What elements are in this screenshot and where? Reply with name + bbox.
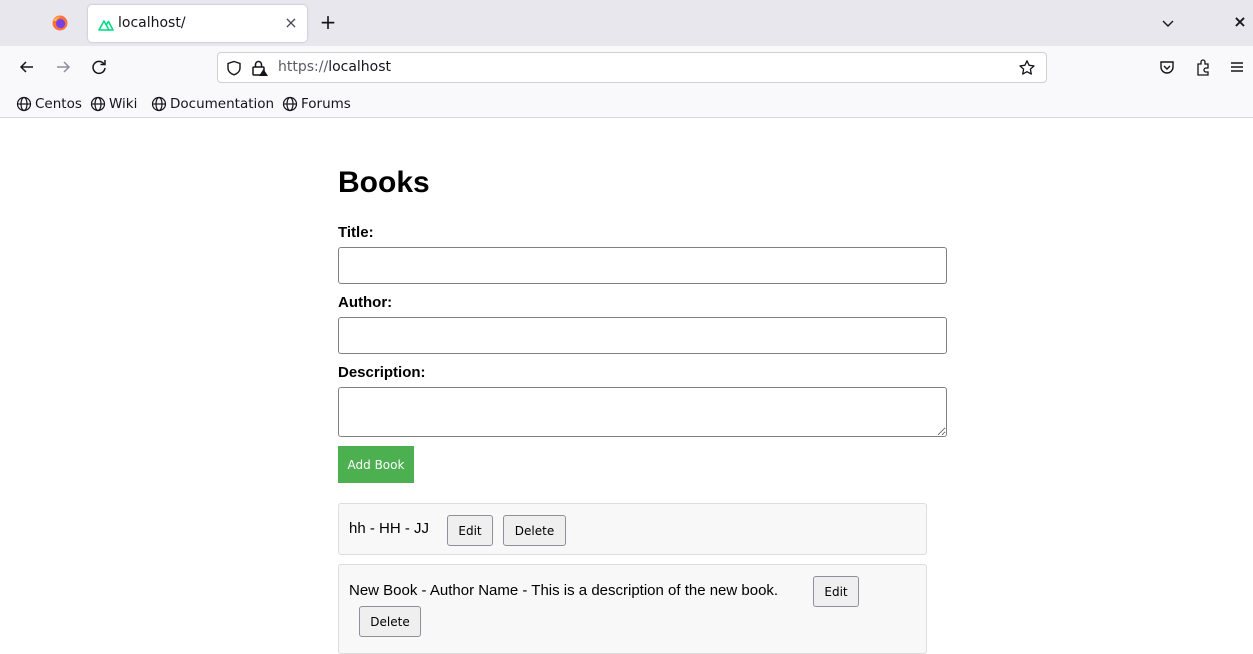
- globe-icon: [282, 96, 298, 112]
- address-bar[interactable]: https://localhost: [217, 52, 1047, 83]
- lock-warning-icon[interactable]: [251, 59, 269, 77]
- bookmark-centos[interactable]: Centos: [16, 94, 82, 114]
- author-input[interactable]: [338, 317, 947, 354]
- description-textarea[interactable]: [338, 387, 947, 437]
- url-text[interactable]: https://localhost: [278, 59, 391, 75]
- new-tab-icon[interactable]: +: [318, 10, 338, 34]
- bookmark-documentation[interactable]: Documentation: [151, 94, 274, 114]
- book-list-item: New Book - Author Name - This is a descr…: [338, 564, 927, 654]
- page-content: Books Title: Author: Description: Add Bo…: [0, 119, 1253, 654]
- delete-button[interactable]: Delete: [359, 606, 421, 637]
- bookmark-wiki[interactable]: Wiki: [90, 94, 137, 114]
- book-text: hh - HH - JJ: [349, 520, 430, 537]
- title-input[interactable]: [338, 247, 947, 284]
- edit-button[interactable]: Edit: [813, 576, 859, 607]
- bookmark-label: Centos: [35, 96, 82, 112]
- tab-strip: localhost/ × + ×: [0, 0, 1253, 46]
- bookmark-forums[interactable]: Forums: [282, 94, 351, 114]
- author-label: Author:: [338, 294, 393, 311]
- globe-icon: [151, 96, 167, 112]
- add-book-button[interactable]: Add Book: [338, 446, 414, 483]
- globe-icon: [16, 96, 32, 112]
- url-scheme: https://: [278, 59, 329, 75]
- book-text: New Book - Author Name - This is a descr…: [349, 582, 779, 599]
- globe-icon: [90, 96, 106, 112]
- shield-icon[interactable]: [226, 60, 242, 76]
- url-host: localhost: [328, 59, 392, 75]
- tab-localhost[interactable]: localhost/ ×: [88, 5, 307, 42]
- reload-icon[interactable]: [88, 56, 110, 78]
- nuxt-favicon-icon: [98, 20, 114, 31]
- window-close-icon[interactable]: ×: [1232, 12, 1248, 32]
- back-arrow-icon[interactable]: [16, 56, 38, 78]
- hamburger-menu-icon[interactable]: [1227, 57, 1247, 77]
- firefox-logo-icon[interactable]: [52, 15, 68, 31]
- tab-close-icon[interactable]: ×: [282, 13, 300, 33]
- bookmark-label: Wiki: [109, 96, 138, 112]
- bookmark-label: Forums: [301, 96, 351, 112]
- page-title: Books: [338, 166, 430, 199]
- edit-button[interactable]: Edit: [447, 515, 493, 546]
- bookmark-star-icon[interactable]: [1018, 59, 1036, 77]
- chevron-down-icon[interactable]: [1160, 16, 1176, 30]
- forward-arrow-icon[interactable]: [52, 56, 74, 78]
- title-label: Title:: [338, 224, 374, 241]
- book-list-item: hh - HH - JJ Edit Delete: [338, 503, 927, 555]
- bookmarks-toolbar: Centos Wiki Documentation Forums: [0, 90, 1253, 118]
- navigation-toolbar: https://localhost: [0, 46, 1253, 90]
- pocket-icon[interactable]: [1157, 57, 1177, 77]
- tab-title: localhost/: [118, 15, 186, 31]
- bookmark-label: Documentation: [170, 96, 275, 112]
- extensions-puzzle-icon[interactable]: [1193, 57, 1213, 77]
- description-label: Description:: [338, 364, 426, 381]
- delete-button[interactable]: Delete: [503, 515, 566, 546]
